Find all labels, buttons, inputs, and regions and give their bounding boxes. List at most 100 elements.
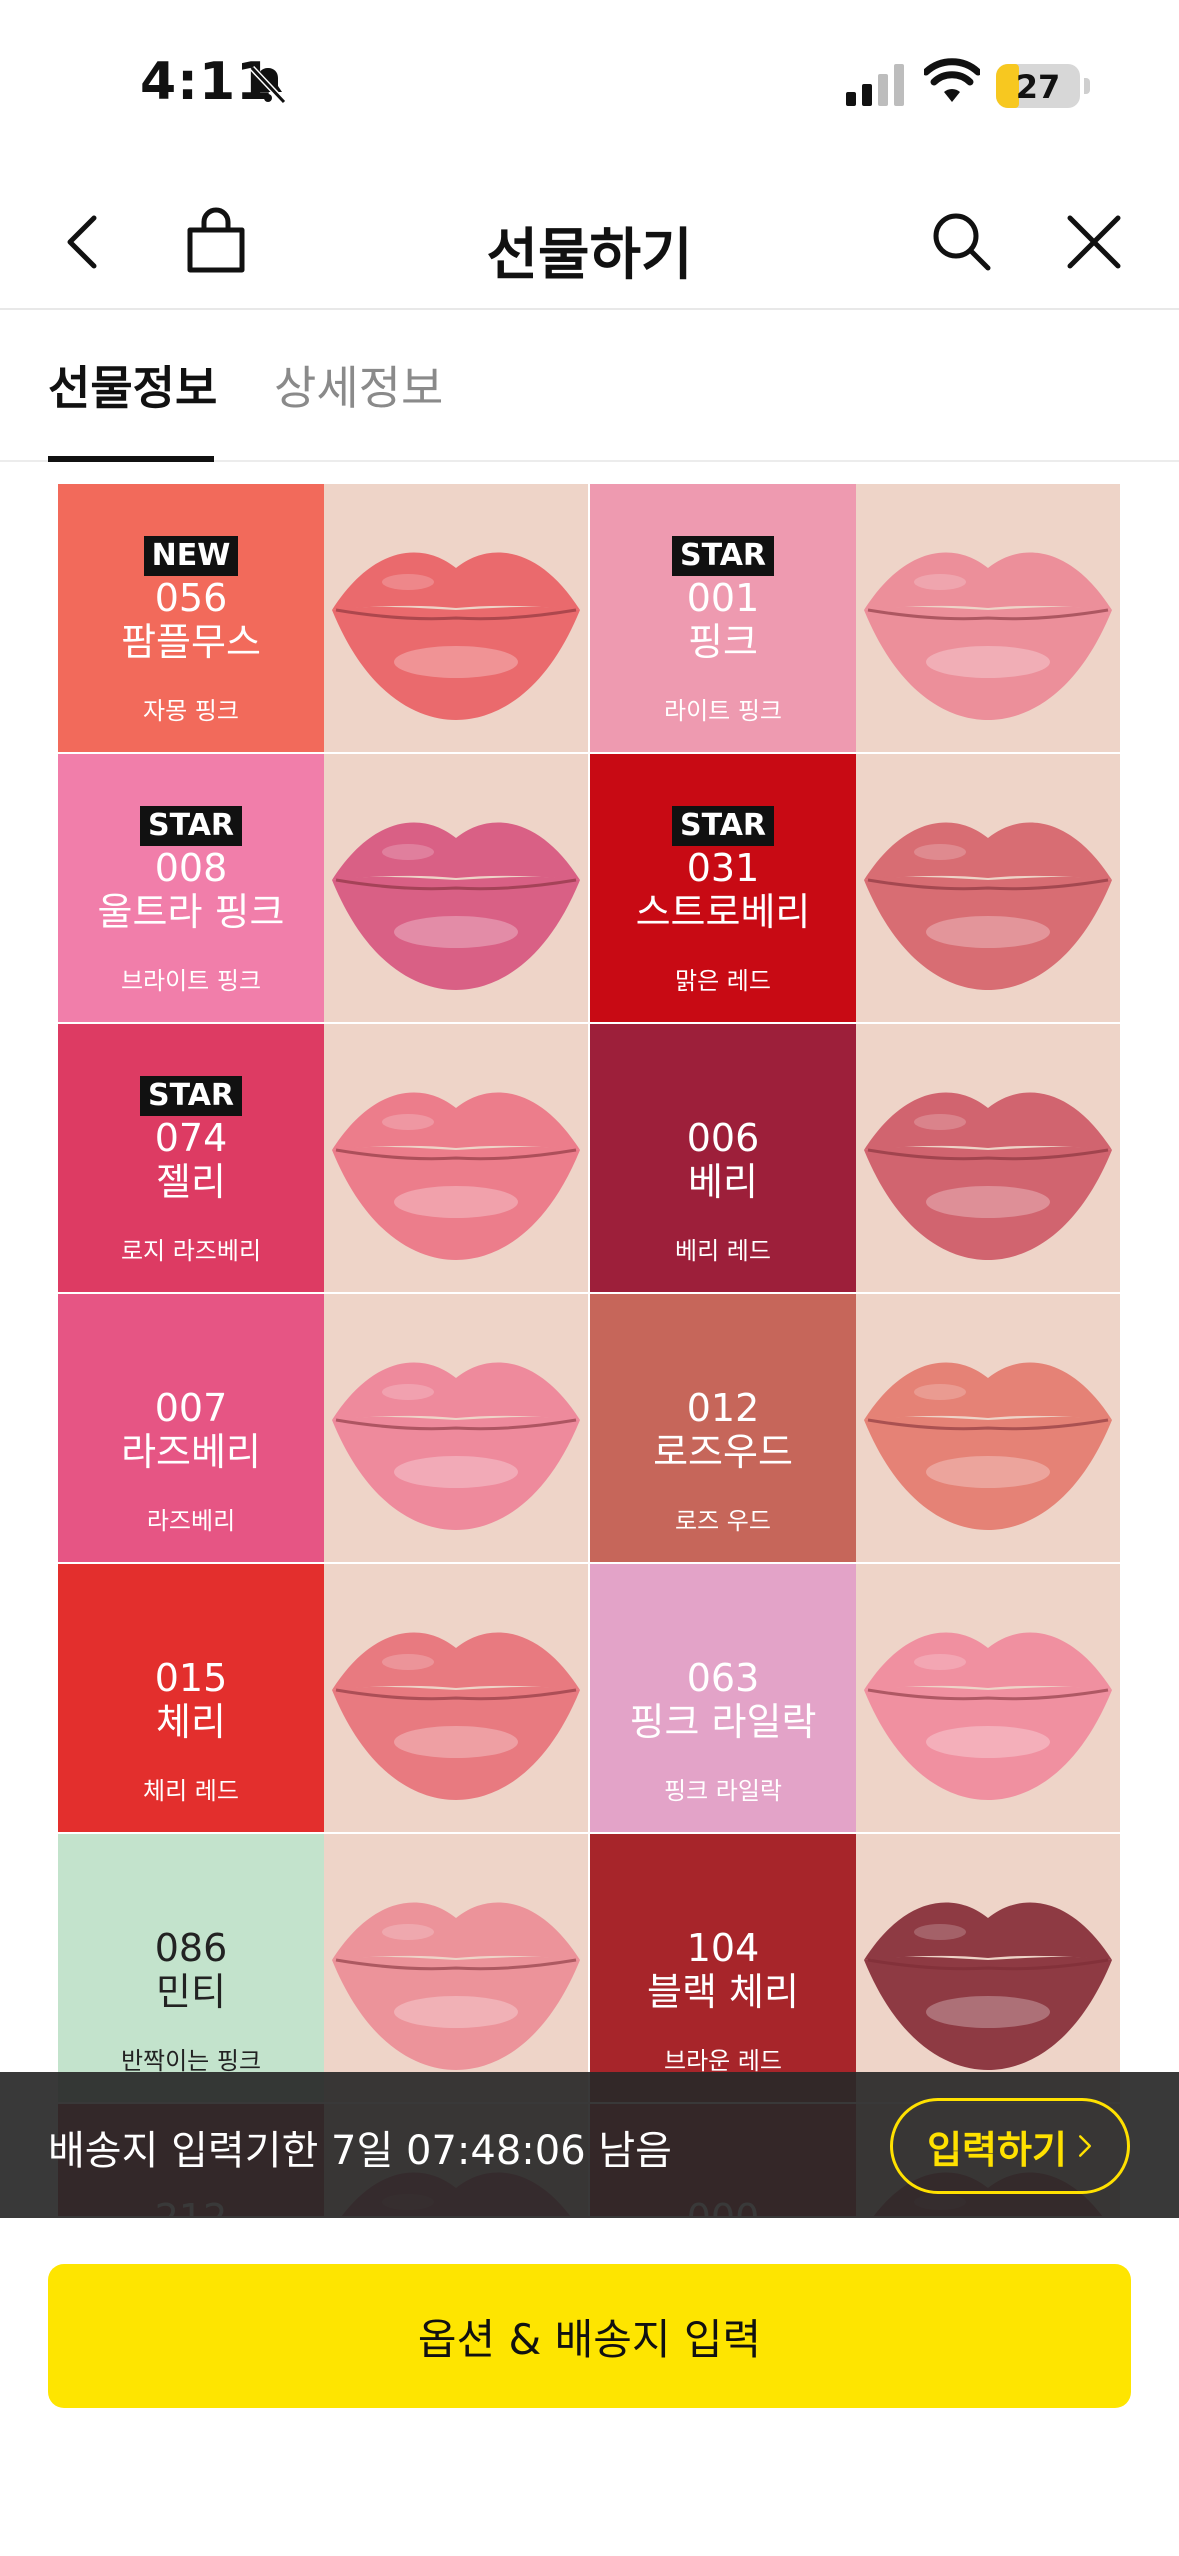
shade-name: 로즈우드: [653, 1430, 793, 1474]
shade-badge: STAR: [671, 806, 775, 846]
enter-address-button[interactable]: 입력하기: [890, 2098, 1130, 2194]
product-shade-tile: 015 체리체리 레드: [58, 1564, 590, 1834]
shade-code: 074: [154, 1116, 228, 1160]
shade-name: 스트로베리: [635, 890, 811, 934]
close-button[interactable]: [1058, 206, 1130, 278]
tab-active-indicator: [48, 456, 214, 462]
lips-photo: [856, 484, 1120, 752]
shade-swatch: STAR 001 핑크 라이트 핑크: [590, 484, 856, 752]
lips-photo: [856, 754, 1120, 1022]
shade-swatch: STAR 008 울트라 핑크브라이트 핑크: [58, 754, 324, 1022]
shade-badge: STAR: [139, 806, 243, 846]
shade-swatch: NEW 056 팜플무스자몽 핑크: [58, 484, 324, 752]
shade-swatch: STAR 031 스트로베리맑은 레드: [590, 754, 856, 1022]
lips-photo: [324, 754, 588, 1022]
lips-photo: [324, 1564, 588, 1832]
shade-swatch: 015 체리체리 레드: [58, 1564, 324, 1832]
shade-badge: STAR: [139, 1076, 243, 1116]
tab-detail-info[interactable]: 상세정보: [274, 352, 443, 418]
product-shade-tile: 012 로즈우드로즈 우드: [590, 1294, 1122, 1564]
shade-code: 104: [686, 1926, 760, 1970]
shade-code: 008: [154, 846, 228, 890]
nav-bar: 선물하기: [0, 170, 1179, 310]
shade-swatch: 006 베리베리 레드: [590, 1024, 856, 1292]
shade-description: 브라운 레드: [663, 2047, 783, 2075]
product-shade-tile: STAR 074 젤리로지 라즈베리: [58, 1024, 590, 1294]
page-title: 선물하기: [486, 223, 693, 288]
shade-code: 007: [154, 1386, 228, 1430]
product-shade-tile: NEW 056 팜플무스자몽 핑크: [58, 484, 590, 754]
shade-name: 팜플무스: [121, 620, 261, 664]
shade-code: 056: [154, 576, 228, 620]
product-shade-tile: 104 블랙 체리브라운 레드: [590, 1834, 1122, 2104]
shade-code: 006: [686, 1116, 760, 1160]
battery-nub: [1084, 78, 1090, 94]
lips-photo: [856, 1564, 1120, 1832]
lips-photo: [856, 1834, 1120, 2102]
option-address-label: 옵션 & 배송지 입력: [417, 2314, 762, 2364]
shade-code: 012: [686, 1386, 760, 1430]
battery-icon: 27: [996, 64, 1080, 108]
shade-swatch: 007 라즈베리 라즈베리: [58, 1294, 324, 1562]
shade-name: 민티: [156, 1970, 226, 2014]
shade-swatch: 012 로즈우드로즈 우드: [590, 1294, 856, 1562]
status-bar: 4:11 27: [0, 0, 1179, 170]
product-shade-tile: 086 민티반짝이는 핑크: [58, 1834, 590, 2104]
shade-description: 로지 라즈베리: [120, 1237, 262, 1265]
tab-bar: 선물정보 상세정보: [0, 312, 1179, 462]
lips-photo: [324, 1024, 588, 1292]
enter-address-label: 입력하기: [927, 2127, 1067, 2172]
shade-code: 001: [686, 576, 760, 620]
shade-description: 라즈베리: [146, 1507, 236, 1535]
chevron-right-icon: [1078, 2135, 1091, 2157]
delivery-deadline-text: 배송지 입력기한 7일 07:48:06 남음: [48, 2128, 672, 2174]
lips-photo: [856, 1294, 1120, 1562]
shade-description: 체리 레드: [143, 1777, 239, 1805]
shade-description: 베리 레드: [675, 1237, 771, 1265]
close-icon: [1067, 215, 1121, 269]
option-address-button[interactable]: 옵션 & 배송지 입력: [48, 2264, 1131, 2408]
shade-code: 086: [154, 1926, 228, 1970]
shade-code: 015: [154, 1656, 228, 1700]
shade-swatch: 086 민티반짝이는 핑크: [58, 1834, 324, 2102]
shade-name: 핑크: [688, 620, 758, 664]
shade-description: 자몽 핑크: [143, 697, 239, 725]
product-detail-image: NEW 056 팜플무스 자몽 핑크 STAR 001 핑크 라이트 핑크 STAR 008 울트라…: [58, 484, 1122, 2216]
shade-badge: NEW: [143, 536, 239, 576]
product-shade-tile: 007 라즈베리 라즈베리: [58, 1294, 590, 1564]
shade-description: 핑크 라일락: [663, 1777, 783, 1805]
shade-name: 울트라 핑크: [97, 890, 285, 934]
search-button[interactable]: [926, 206, 998, 278]
lips-photo: [324, 484, 588, 752]
lips-photo: [324, 1834, 588, 2102]
shade-description: 로즈 우드: [675, 1507, 771, 1535]
shade-name: 젤리: [156, 1160, 226, 1204]
shade-description: 맑은 레드: [675, 967, 771, 995]
shade-swatch: STAR 074 젤리로지 라즈베리: [58, 1024, 324, 1292]
tab-gift-info[interactable]: 선물정보: [48, 352, 217, 418]
shade-description: 라이트 핑크: [663, 697, 783, 725]
lips-photo: [324, 1294, 588, 1562]
shade-name: 라즈베리: [121, 1430, 261, 1474]
product-shade-tile: STAR 001 핑크 라이트 핑크: [590, 484, 1122, 754]
signal-icon: [846, 62, 906, 106]
product-shade-tile: STAR 008 울트라 핑크브라이트 핑크: [58, 754, 590, 1024]
lips-photo: [856, 1024, 1120, 1292]
product-shade-tile: 063 핑크 라일락 핑크 라일락: [590, 1564, 1122, 1834]
shade-name: 체리: [156, 1700, 226, 1744]
shade-name: 블랙 체리: [647, 1970, 799, 2014]
bottom-bar: 옵션 & 배송지 입력: [0, 2218, 1179, 2556]
shade-name: 핑크 라일락: [629, 1700, 817, 1744]
shade-swatch: 063 핑크 라일락 핑크 라일락: [590, 1564, 856, 1832]
shade-swatch: 104 블랙 체리브라운 레드: [590, 1834, 856, 2102]
bell-muted-icon: [246, 62, 290, 106]
search-icon: [933, 213, 991, 271]
shade-description: 반짝이는 핑크: [120, 2047, 262, 2075]
product-shade-tile: 006 베리베리 레드: [590, 1024, 1122, 1294]
shade-description: 브라이트 핑크: [120, 967, 262, 995]
shade-name: 베리: [688, 1160, 758, 1204]
wifi-icon: [922, 58, 982, 106]
shade-code: 031: [686, 846, 760, 890]
product-shade-tile: STAR 031 스트로베리맑은 레드: [590, 754, 1122, 1024]
battery-percent: 27: [1015, 68, 1061, 106]
